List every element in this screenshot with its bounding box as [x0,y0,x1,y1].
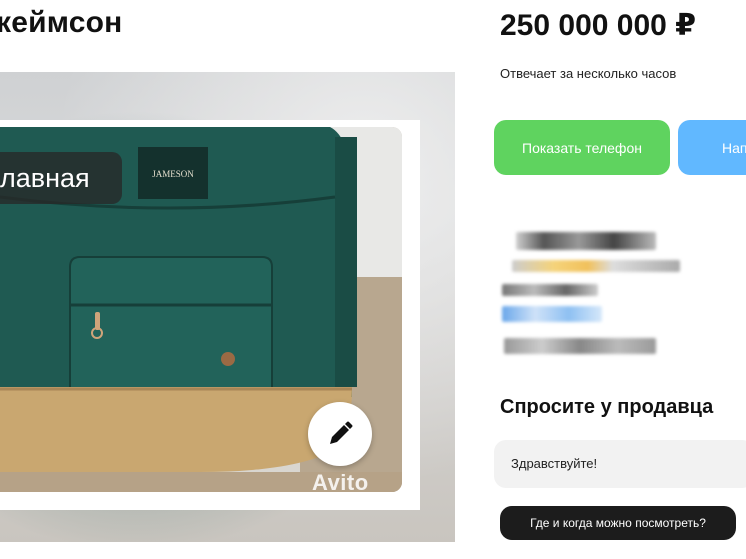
seller-link-blur [502,306,602,322]
suggestion-chip[interactable]: Где и когда можно посмотреть? [500,506,736,540]
seller-since-blur [504,338,656,354]
edit-photo-button[interactable] [308,402,372,466]
seller-name-blur [516,232,656,250]
show-phone-label: Показать телефон [522,139,642,156]
brand-patch-text: JAMESON [152,169,194,179]
watermark-text: Avito [312,470,369,495]
reply-time: Отвечает за несколько часов [500,66,677,81]
seller-meta-blur [502,284,598,296]
write-message-button[interactable]: Нап [678,120,746,175]
seller-rating-blur [512,260,680,272]
avito-watermark: Avito [312,470,369,496]
listing-title: кеймсон [0,6,123,39]
show-phone-button[interactable]: Показать телефон [494,120,670,175]
pencil-icon [330,421,353,444]
main-photo-badge: лавная [0,152,122,204]
write-message-label: Нап [722,139,746,156]
listing-price: 250 000 000 ₽ [500,9,697,42]
suggestion-chip-label: Где и когда можно посмотреть? [530,516,706,530]
ask-seller-title: Спросите у продавца [500,396,714,418]
message-input-text: Здравствуйте! [511,456,598,471]
seller-info-blurred[interactable] [498,222,698,362]
